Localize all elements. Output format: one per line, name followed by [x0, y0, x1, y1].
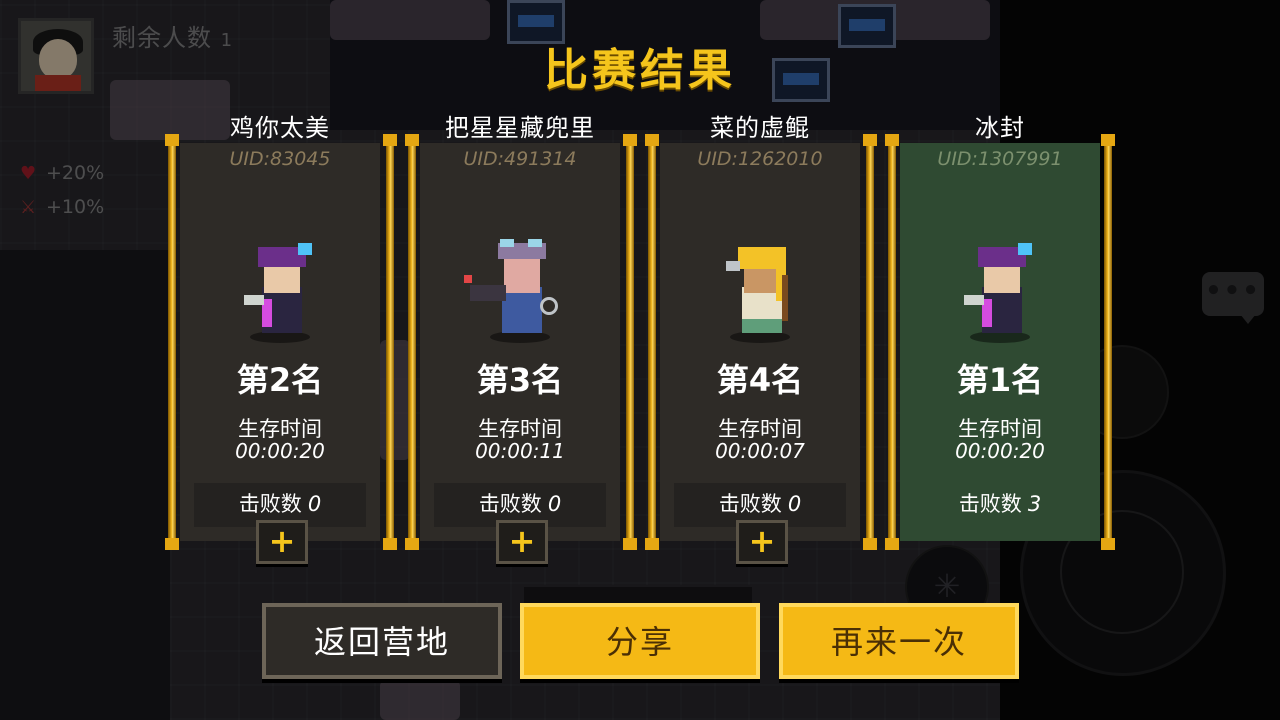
kills-count: 击败数 3: [958, 492, 1042, 516]
card-frame-pillar: [405, 134, 419, 550]
add-friend-button[interactable]: +: [496, 520, 548, 564]
goggles-engineer-sprite: [464, 235, 562, 347]
card-frame-pillar: [623, 134, 637, 550]
card-frame-pillar: [885, 134, 899, 550]
player-card-winner: UID:1307991 第1名 生存时间 00:00:20 击败数 3: [900, 143, 1100, 541]
add-friend-button[interactable]: +: [256, 520, 308, 564]
purple-hood-assassin-sprite: [238, 235, 322, 347]
player-rank: 第3名: [476, 361, 564, 399]
card-frame-pillar: [165, 134, 179, 550]
plus-icon: +: [508, 522, 536, 560]
plus-icon: +: [268, 522, 296, 560]
result-title: 比赛结果: [544, 45, 736, 96]
card-frame-pillar: [645, 134, 659, 550]
plus-icon: +: [748, 522, 776, 560]
player-card: UID:491314 第3名 生存时间 00:00:11 击败数 0: [420, 143, 620, 541]
player-uid: UID:1262010: [697, 148, 823, 170]
survive-time-value: 00:00:07: [715, 439, 805, 463]
card-frame-pillar: [383, 134, 397, 550]
player-rank: 第2名: [236, 361, 324, 399]
play-again-button[interactable]: 再来一次: [779, 603, 1019, 679]
player-uid: UID:83045: [229, 148, 331, 170]
player-name-3: 菜的虚鲲: [710, 114, 810, 142]
survive-time-value: 00:00:20: [235, 439, 325, 463]
player-name-1: 鸡你太美: [230, 114, 330, 142]
player-card: UID:1262010 第4名 生存时间 00:00:07 击败数 0: [660, 143, 860, 541]
share-button[interactable]: 分享: [520, 603, 760, 679]
player-card: UID:83045 第2名 生存时间 00:00:20 击败数 0: [180, 143, 380, 541]
player-name-4: 冰封: [975, 114, 1025, 142]
kills-count: 击败数 0: [718, 492, 802, 516]
survive-time-value: 00:00:20: [955, 439, 1045, 463]
player-rank: 第1名: [956, 361, 1044, 399]
player-rank: 第4名: [716, 361, 804, 399]
kills-count: 击败数 0: [238, 492, 322, 516]
card-frame-pillar: [1101, 134, 1115, 550]
kills-count: 击败数 0: [478, 492, 562, 516]
survive-time-value: 00:00:11: [475, 439, 565, 463]
purple-hood-assassin-sprite: [958, 235, 1042, 347]
card-frame-pillar: [863, 134, 877, 550]
back-to-camp-button[interactable]: 返回营地: [262, 603, 502, 679]
player-name-2: 把星星藏兜里: [445, 114, 595, 142]
player-uid: UID:491314: [463, 148, 577, 170]
player-uid: UID:1307991: [937, 148, 1063, 170]
blonde-elf-archer-sprite: [718, 235, 802, 347]
add-friend-button[interactable]: +: [736, 520, 788, 564]
